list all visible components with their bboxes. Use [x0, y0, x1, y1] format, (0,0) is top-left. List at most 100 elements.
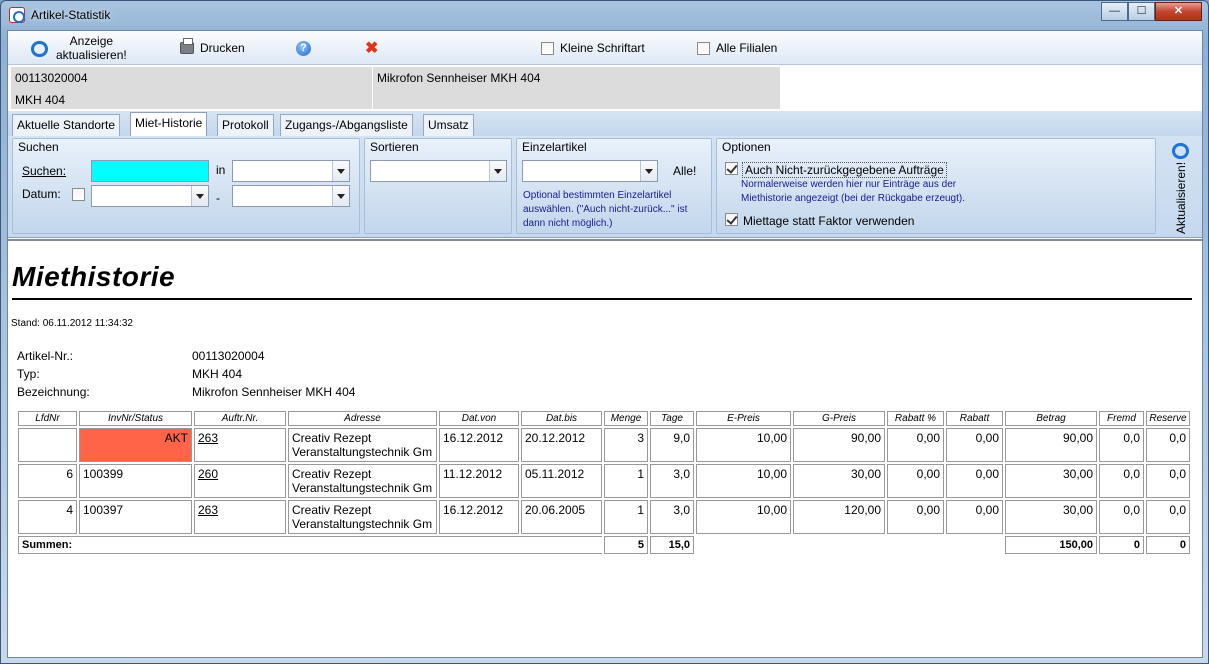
rental-days-label[interactable]: Miettage statt Faktor verwenden: [743, 214, 914, 228]
title-divider: [12, 298, 1192, 300]
small-font-label: Kleine Schriftart: [560, 41, 645, 55]
cell-unit-price: 10,00: [696, 464, 791, 498]
rental-history-table: LfdNr InvNr/Status Auftr.Nr. Adresse Dat…: [16, 409, 1192, 556]
tab-rental-history[interactable]: Miet-Historie: [130, 112, 208, 137]
rental-days-checkbox[interactable]: [725, 213, 738, 226]
date-from-select[interactable]: [91, 185, 209, 207]
cell-order-link: 263: [194, 500, 286, 534]
cell-reserve: 0,0: [1146, 428, 1190, 462]
cell-quantity: 1: [604, 464, 648, 498]
refresh-display-button[interactable]: Anzeige aktualisieren!: [30, 33, 127, 63]
cell-order-link: 263: [194, 428, 286, 462]
label-description: Bezeichnung:: [17, 385, 90, 399]
sum-label: Summen:: [18, 536, 602, 554]
article-description: Mikrofon Sennheiser MKH 404: [377, 71, 541, 85]
cell-status-akt: AKT: [79, 428, 192, 462]
help-icon: ?: [296, 40, 311, 56]
value-description: Mikrofon Sennheiser MKH 404: [192, 385, 356, 399]
report-timestamp: Stand: 06.11.2012 11:34:32: [11, 318, 133, 329]
single-item-group: Einzelartikel Alle! Optional bestimmten …: [516, 138, 712, 234]
search-input[interactable]: [91, 160, 209, 182]
print-button[interactable]: Drucken: [180, 33, 245, 63]
cell-days: 3,0: [650, 500, 694, 534]
cell-discount: 0,00: [946, 500, 1003, 534]
cell-discount-pct: 0,00: [887, 428, 944, 462]
refresh-label-line1: Anzeige: [69, 34, 114, 48]
col-external: Fremd: [1099, 411, 1144, 426]
cell-unit-price: 10,00: [696, 500, 791, 534]
print-label: Drucken: [200, 41, 245, 55]
sum-reserve: 0: [1146, 536, 1190, 554]
col-unit-price: E-Preis: [696, 411, 791, 426]
cell-date-from: 16.12.2012: [439, 500, 519, 534]
all-button[interactable]: Alle!: [673, 164, 696, 178]
col-date-to: Dat.bis: [521, 411, 602, 426]
in-label: in: [216, 163, 226, 177]
date-to-select[interactable]: [232, 185, 350, 207]
single-item-title: Einzelartikel: [522, 140, 587, 154]
col-quantity: Menge: [604, 411, 648, 426]
cell-date-to: 20.06.2005: [521, 500, 602, 534]
article-desc-box: Mikrofon Sennheiser MKH 404: [372, 66, 781, 110]
tab-protocol[interactable]: Protokoll: [217, 114, 274, 136]
toolbar: Anzeige aktualisieren! Drucken ? ✖ Klein…: [8, 31, 1202, 65]
minimize-button[interactable]: —: [1101, 2, 1128, 21]
maximize-button[interactable]: ☐: [1128, 2, 1155, 21]
refresh-vertical-button[interactable]: Aktualisieren!: [1166, 142, 1192, 234]
address-line1: Creativ Rezept: [292, 467, 372, 481]
help-button[interactable]: ?: [296, 33, 311, 63]
sort-select[interactable]: [370, 160, 507, 182]
cell-discount: 0,00: [946, 464, 1003, 498]
small-font-toggle[interactable]: Kleine Schriftart: [541, 33, 645, 63]
cell-external: 0,0: [1099, 464, 1144, 498]
cell-quantity: 3: [604, 428, 648, 462]
close-button[interactable]: ✕: [1155, 2, 1202, 21]
include-unreturned-checkbox[interactable]: [725, 162, 738, 175]
article-type: MKH 404: [15, 93, 66, 107]
cell-amount: 30,00: [1005, 500, 1097, 534]
cell-address: Creativ Rezept Veranstaltungstechnik Gm: [288, 500, 437, 534]
sum-days: 15,0: [650, 536, 694, 554]
sort-group: Sortieren: [364, 138, 512, 234]
order-link[interactable]: 263: [198, 503, 218, 517]
cell-reserve: 0,0: [1146, 500, 1190, 534]
order-link[interactable]: 260: [198, 467, 218, 481]
printer-icon: [180, 38, 194, 54]
label-type: Typ:: [17, 367, 40, 381]
cell-date-from: 11.12.2012: [439, 464, 519, 498]
col-amount: Betrag: [1005, 411, 1097, 426]
search-field-select[interactable]: [232, 160, 350, 182]
all-branches-checkbox[interactable]: [697, 41, 710, 55]
label-article-number: Artikel-Nr.:: [17, 349, 74, 363]
cell-invnr: 100399: [79, 464, 192, 498]
col-discount: Rabatt: [946, 411, 1003, 426]
tab-inout-list[interactable]: Zugangs-/Abgangsliste: [280, 114, 413, 136]
single-item-select[interactable]: [522, 160, 658, 182]
cell-lfdnr: [18, 428, 77, 462]
include-unreturned-label[interactable]: Auch Nicht-zurückgegebene Aufträge: [742, 162, 947, 178]
col-reserve: Reserve: [1146, 411, 1190, 426]
cell-reserve: 0,0: [1146, 464, 1190, 498]
cell-discount: 0,00: [946, 428, 1003, 462]
address-line2: Veranstaltungstechnik Gm: [292, 445, 433, 459]
small-font-checkbox[interactable]: [541, 41, 554, 55]
window-title: Artikel-Statistik: [31, 8, 111, 22]
value-type: MKH 404: [192, 367, 243, 381]
tab-revenue[interactable]: Umsatz: [423, 114, 474, 136]
cell-discount-pct: 0,00: [887, 500, 944, 534]
search-group-title: Suchen: [18, 140, 59, 154]
order-link[interactable]: 263: [198, 431, 218, 445]
cell-total-price: 120,00: [793, 500, 885, 534]
cell-amount: 30,00: [1005, 464, 1097, 498]
refresh-vertical-label: Aktualisieren!: [1174, 161, 1188, 234]
all-branches-toggle[interactable]: Alle Filialen: [697, 33, 777, 63]
app-icon: [9, 7, 25, 23]
options-group: Optionen Auch Nicht-zurückgegebene Auftr…: [716, 138, 1156, 234]
tab-current-locations[interactable]: Aktuelle Standorte: [12, 114, 121, 136]
col-lfdnr: LfdNr: [18, 411, 77, 426]
refresh-label-line2: aktualisieren!: [56, 48, 127, 62]
cell-external: 0,0: [1099, 500, 1144, 534]
date-checkbox[interactable]: [72, 188, 85, 201]
cancel-button[interactable]: ✖: [365, 33, 378, 63]
report-title: Miethistorie: [12, 261, 176, 292]
